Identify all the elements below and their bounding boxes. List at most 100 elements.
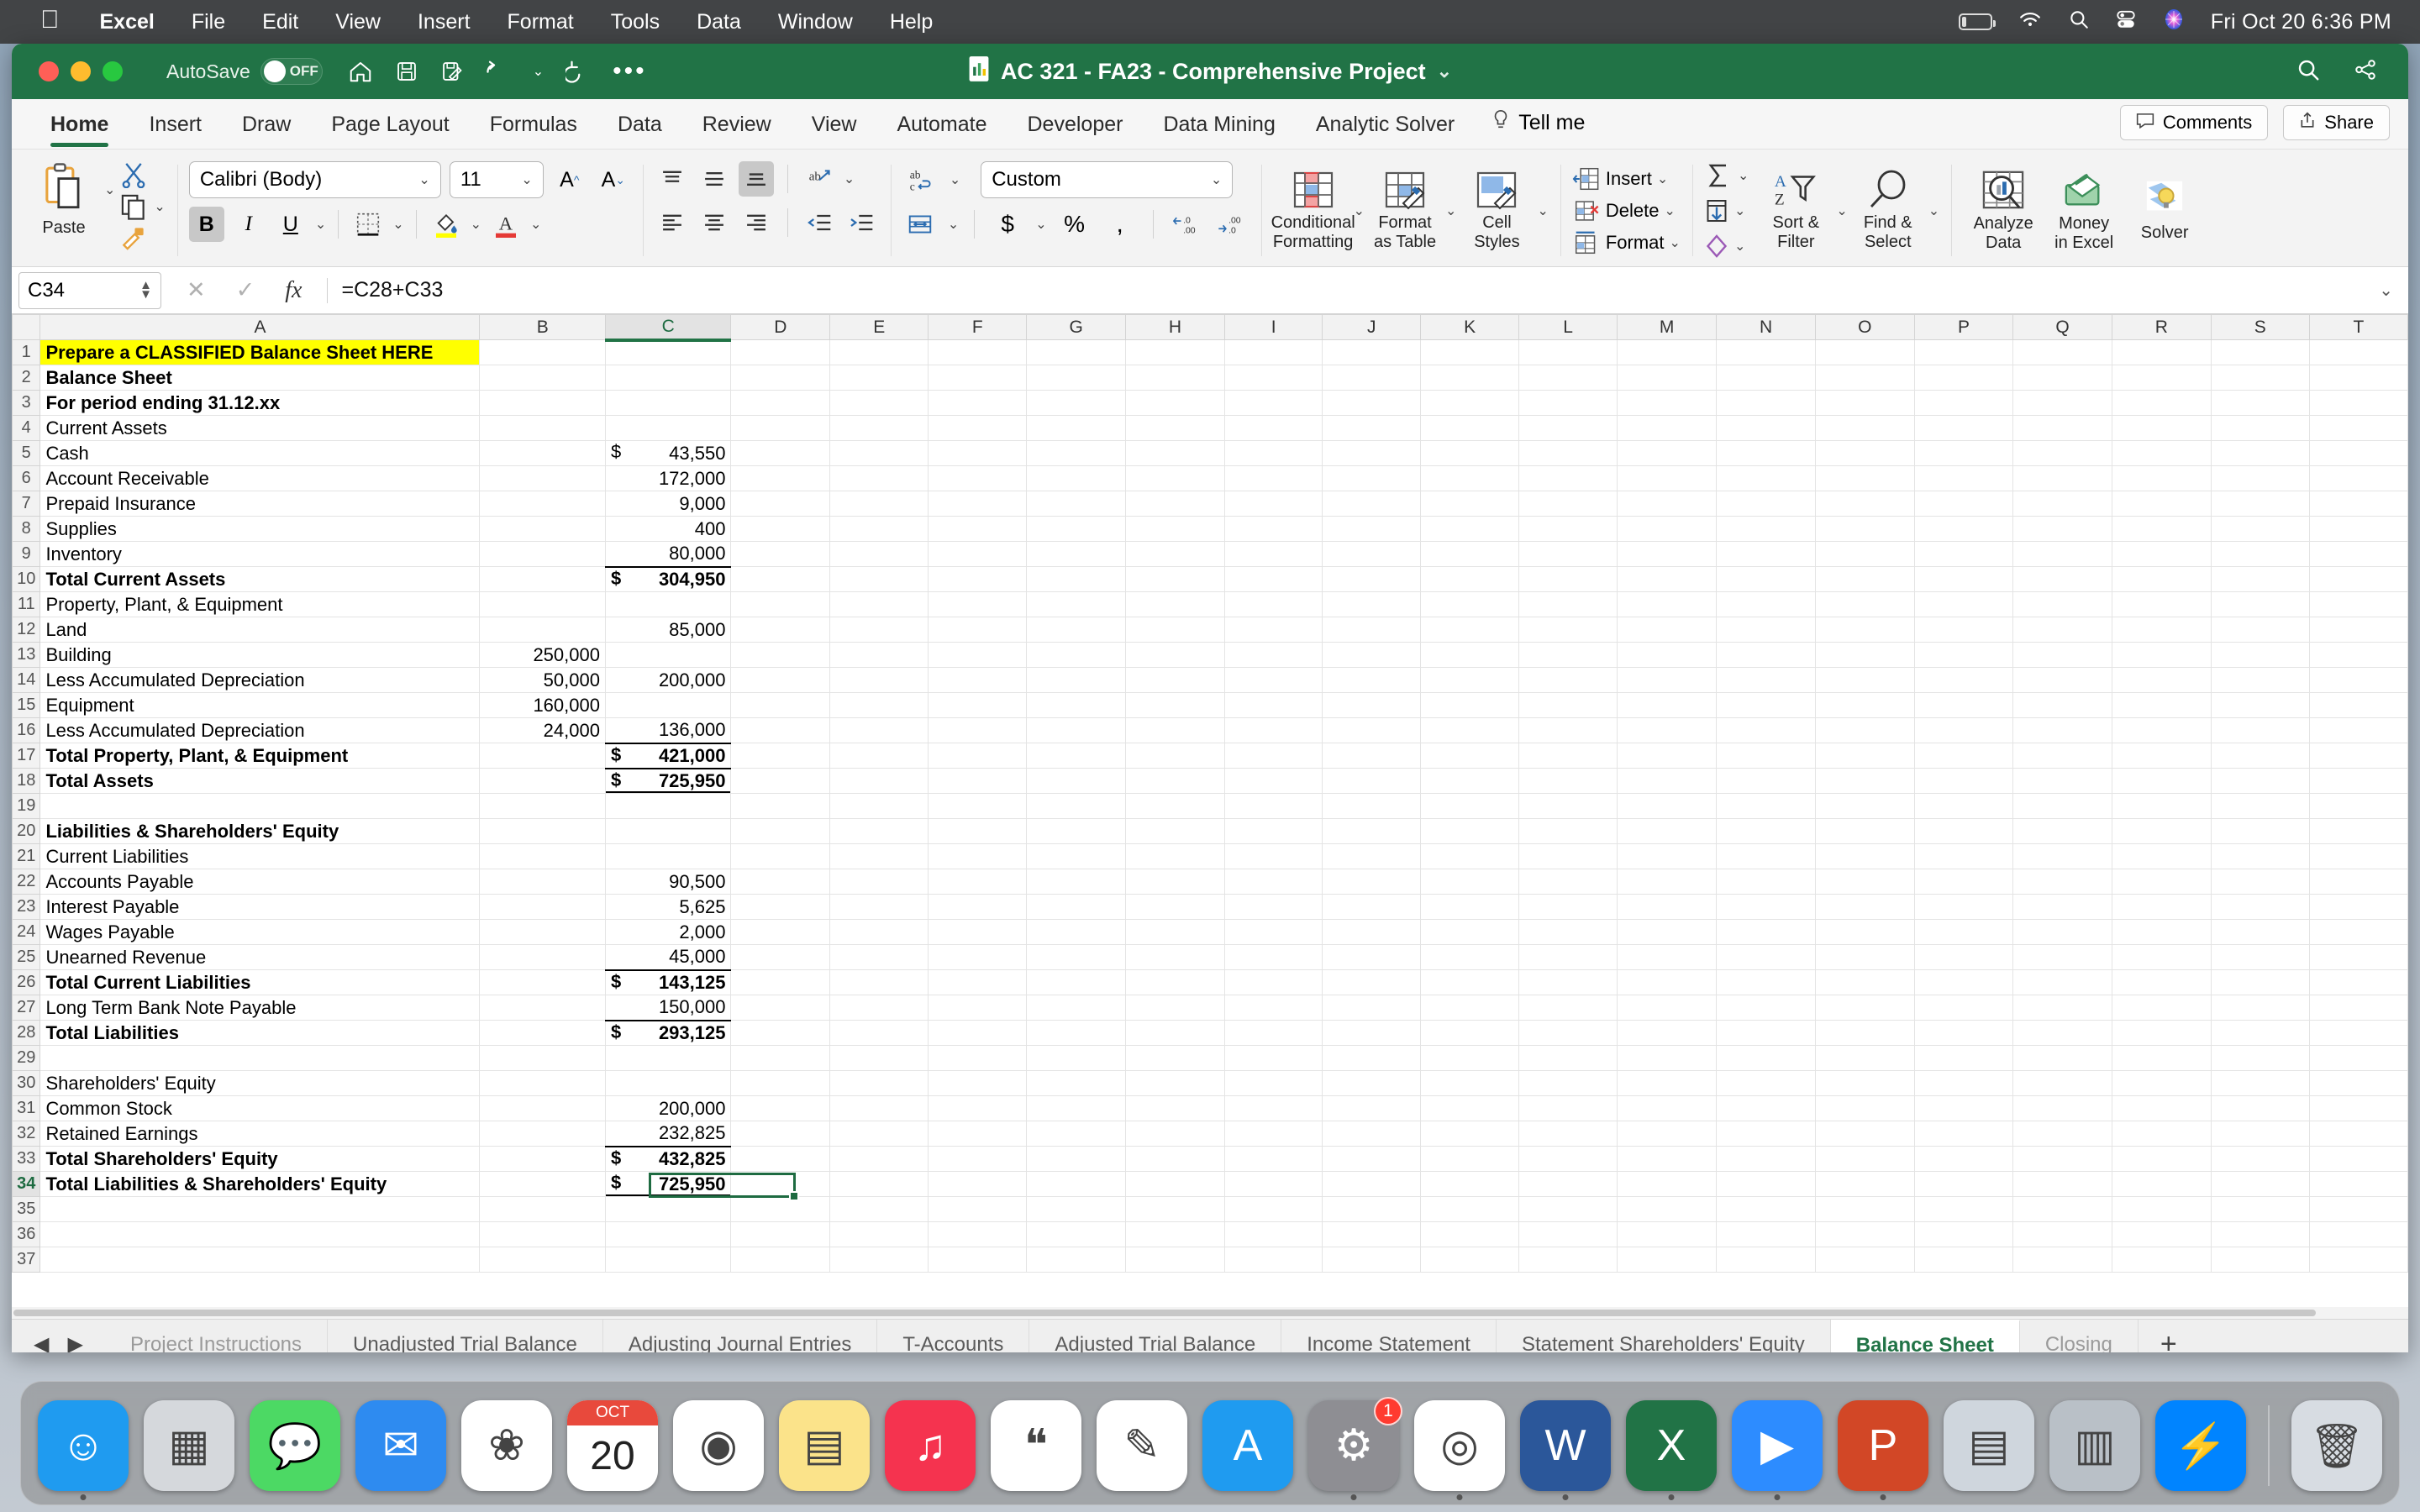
cancel-icon[interactable]: ✕: [187, 277, 206, 303]
cell-C7[interactable]: 9,000: [605, 491, 732, 517]
cell-T19[interactable]: [2309, 793, 2408, 819]
cell-C1[interactable]: [605, 339, 732, 365]
cell-J14[interactable]: [1322, 667, 1422, 693]
cell-R22[interactable]: [2112, 869, 2212, 895]
find-select-button[interactable]: Find & Select: [1848, 170, 1928, 251]
cell-O25[interactable]: [1815, 944, 1915, 970]
cell-H34[interactable]: [1125, 1171, 1225, 1197]
cell-J6[interactable]: [1322, 465, 1422, 491]
cell-D27[interactable]: [730, 995, 831, 1021]
row-header-31[interactable]: 31: [12, 1095, 41, 1121]
row-header-28[interactable]: 28: [12, 1020, 41, 1046]
format-chevron-down-icon[interactable]: ⌄: [1670, 234, 1681, 251]
cell-Q21[interactable]: [2012, 843, 2113, 869]
cell-N28[interactable]: [1716, 1020, 1816, 1046]
cell-G35[interactable]: [1026, 1196, 1127, 1222]
cell-E27[interactable]: [829, 995, 929, 1021]
cell-C35[interactable]: [605, 1196, 732, 1222]
cell-R7[interactable]: [2112, 491, 2212, 517]
cell-P14[interactable]: [1914, 667, 2014, 693]
cell-I34[interactable]: [1224, 1171, 1323, 1197]
cell-E21[interactable]: [829, 843, 929, 869]
cell-T30[interactable]: [2309, 1070, 2408, 1096]
cell-J27[interactable]: [1322, 995, 1422, 1021]
cell-O1[interactable]: [1815, 339, 1915, 365]
cell-P3[interactable]: [1914, 390, 2014, 416]
delete-cells-button[interactable]: Delete ⌄: [1572, 198, 1681, 223]
cell-L25[interactable]: [1518, 944, 1618, 970]
cell-L18[interactable]: [1518, 768, 1618, 794]
row-header-13[interactable]: 13: [12, 642, 41, 668]
cell-B11[interactable]: [479, 591, 606, 617]
cell-D24[interactable]: [730, 919, 831, 945]
cell-Q29[interactable]: [2012, 1045, 2113, 1071]
accounting-format-button[interactable]: $: [990, 207, 1025, 242]
cell-S25[interactable]: [2211, 944, 2310, 970]
cell-O30[interactable]: [1815, 1070, 1915, 1096]
cell-P22[interactable]: [1914, 869, 2014, 895]
cell-S12[interactable]: [2211, 617, 2310, 643]
cell-I27[interactable]: [1224, 995, 1323, 1021]
cell-M13[interactable]: [1617, 642, 1718, 668]
delete-chevron-down-icon[interactable]: ⌄: [1664, 202, 1675, 219]
cell-N17[interactable]: [1716, 743, 1816, 769]
cell-F22[interactable]: [928, 869, 1028, 895]
cell-I4[interactable]: [1224, 415, 1323, 441]
cell-F13[interactable]: [928, 642, 1028, 668]
cell-S4[interactable]: [2211, 415, 2310, 441]
cell-R28[interactable]: [2112, 1020, 2212, 1046]
cell-I11[interactable]: [1224, 591, 1323, 617]
home-icon[interactable]: [348, 59, 373, 84]
cell-E5[interactable]: [829, 440, 929, 466]
row-header-9[interactable]: 9: [12, 541, 41, 567]
column-header-p[interactable]: P: [1913, 314, 2014, 340]
launchpad-icon[interactable]: ▦: [144, 1400, 234, 1491]
row-header-33[interactable]: 33: [12, 1146, 41, 1172]
cell-Q8[interactable]: [2012, 516, 2113, 542]
cell-Q19[interactable]: [2012, 793, 2113, 819]
cell-Q23[interactable]: [2012, 894, 2113, 920]
cell-R11[interactable]: [2112, 591, 2212, 617]
format-painter-button[interactable]: [120, 225, 165, 250]
cell-B18[interactable]: [479, 768, 606, 794]
cell-H25[interactable]: [1125, 944, 1225, 970]
cell-B13[interactable]: 250,000: [479, 642, 606, 668]
cell-D28[interactable]: [730, 1020, 831, 1046]
cell-H26[interactable]: [1125, 969, 1225, 995]
cell-H21[interactable]: [1125, 843, 1225, 869]
cell-M34[interactable]: [1617, 1171, 1718, 1197]
cell-H19[interactable]: [1125, 793, 1225, 819]
cell-R18[interactable]: [2112, 768, 2212, 794]
cell-P17[interactable]: [1914, 743, 2014, 769]
cell-O37[interactable]: [1815, 1247, 1915, 1273]
cell-F33[interactable]: [928, 1146, 1028, 1172]
cell-E9[interactable]: [829, 541, 929, 567]
cell-R35[interactable]: [2112, 1196, 2212, 1222]
cell-F36[interactable]: [928, 1221, 1028, 1247]
cell-Q2[interactable]: [2012, 365, 2113, 391]
cell-J21[interactable]: [1322, 843, 1422, 869]
cell-F8[interactable]: [928, 516, 1028, 542]
cell-O28[interactable]: [1815, 1020, 1915, 1046]
cell-C32[interactable]: 232,825: [605, 1121, 732, 1147]
cell-T34[interactable]: [2309, 1171, 2408, 1197]
cell-B17[interactable]: [479, 743, 606, 769]
cell-L13[interactable]: [1518, 642, 1618, 668]
cell-G37[interactable]: [1026, 1247, 1127, 1273]
cell-R14[interactable]: [2112, 667, 2212, 693]
cell-B9[interactable]: [479, 541, 606, 567]
fill-color-button[interactable]: [429, 207, 464, 242]
cell-G9[interactable]: [1026, 541, 1127, 567]
cell-R26[interactable]: [2112, 969, 2212, 995]
cell-S23[interactable]: [2211, 894, 2310, 920]
cell-L35[interactable]: [1518, 1196, 1618, 1222]
cell-K22[interactable]: [1420, 869, 1520, 895]
cell-J5[interactable]: [1322, 440, 1422, 466]
cell-A10[interactable]: Total Current Assets: [39, 566, 481, 592]
cell-T27[interactable]: [2309, 995, 2408, 1021]
ribbon-tab-insert[interactable]: Insert: [129, 113, 222, 149]
menu-item-excel[interactable]: Excel: [82, 10, 173, 34]
cell-R19[interactable]: [2112, 793, 2212, 819]
cell-B5[interactable]: [479, 440, 606, 466]
cell-P16[interactable]: [1914, 717, 2014, 743]
